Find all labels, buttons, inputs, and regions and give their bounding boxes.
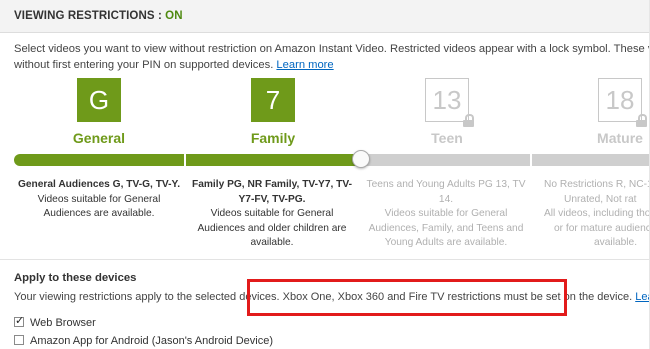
device-label: Amazon App for Android (Jason's Android …: [30, 335, 274, 347]
device-label: Web Browser: [30, 317, 96, 329]
description-text: Videos suitable for General Audiences ar…: [37, 193, 161, 220]
description-title: General Audiences G, TV-G, TV-Y.: [17, 179, 181, 190]
section-divider: [0, 259, 650, 260]
rating-description-teen: Teens and Young Adults PG 13, TV 14. Vid…: [361, 178, 531, 251]
intro-line-2: without first entering your PIN on suppo…: [14, 58, 277, 71]
rating-letter: G: [88, 85, 110, 115]
learn-more-link[interactable]: Learn more: [276, 59, 333, 71]
description-text: Videos suitable for General Audiences an…: [197, 208, 347, 248]
slider-handle[interactable]: [352, 150, 370, 168]
viewing-restrictions-panel: VIEWING RESTRICTIONS : ON Select videos …: [0, 0, 650, 349]
device-web-browser[interactable]: Web Browser: [14, 314, 96, 331]
rating-label-teen: Teen: [431, 130, 463, 146]
description-title: Teens and Young Adults PG 13, TV 14.: [366, 179, 526, 205]
panel-header: VIEWING RESTRICTIONS : ON: [0, 0, 650, 33]
rating-label-general: General: [72, 130, 126, 146]
intro-text: Select videos you want to view without r…: [14, 42, 650, 73]
web-browser-checkbox[interactable]: [14, 314, 24, 327]
devices-learn-more-link[interactable]: Learn more: [635, 291, 650, 303]
lock-icon: [462, 114, 475, 127]
panel-title: VIEWING RESTRICTIONS : ON: [14, 10, 183, 22]
description-text-end: available.: [594, 237, 638, 248]
devices-description: Your viewing restrictions apply to the s…: [14, 291, 650, 303]
rating-letter: 7: [265, 85, 281, 115]
slider-tick: [530, 154, 532, 166]
rating-family-icon[interactable]: 7: [251, 78, 295, 122]
description-title-cont: Unrated, Not rat: [564, 193, 637, 205]
rating-label-mature: Mature: [597, 130, 643, 146]
devices-heading: Apply to these devices: [14, 272, 137, 284]
description-text: All videos, including thos: [544, 208, 650, 219]
devices-description-text: Your viewing restrictions apply to the s…: [14, 291, 636, 303]
rating-general-icon[interactable]: G: [77, 78, 121, 122]
rating-label-family: Family: [250, 130, 296, 146]
slider-track-empty[interactable]: [362, 154, 650, 166]
description-title: Family PG, NR Family, TV-Y7, TV-Y7-FV, T…: [191, 179, 353, 205]
description-text-cont: or for mature audienc: [554, 222, 650, 234]
panel-title-text: VIEWING RESTRICTIONS :: [14, 10, 166, 22]
restriction-status: ON: [165, 10, 183, 22]
android-app-checkbox[interactable]: [14, 335, 24, 345]
rating-mature-icon[interactable]: 18: [598, 78, 647, 127]
rating-teen-icon[interactable]: 13: [425, 78, 474, 127]
description-title: No Restrictions R, NC-1: [544, 179, 650, 190]
intro-line-1: Select videos you want to view without r…: [14, 43, 650, 55]
device-android-app[interactable]: Amazon App for Android (Jason's Android …: [14, 335, 273, 349]
slider-track-filled[interactable]: [14, 154, 362, 166]
rating-description-family: Family PG, NR Family, TV-Y7, TV-Y7-FV, T…: [187, 178, 357, 251]
description-text: Videos suitable for General Audiences, F…: [368, 208, 524, 248]
lock-icon: [635, 114, 648, 127]
restriction-slider[interactable]: [14, 150, 650, 168]
rating-description-general: General Audiences G, TV-G, TV-Y. Videos …: [14, 178, 184, 222]
slider-tick: [184, 154, 186, 166]
rating-description-mature: No Restrictions R, NC-1 Unrated, Not rat…: [534, 178, 650, 251]
